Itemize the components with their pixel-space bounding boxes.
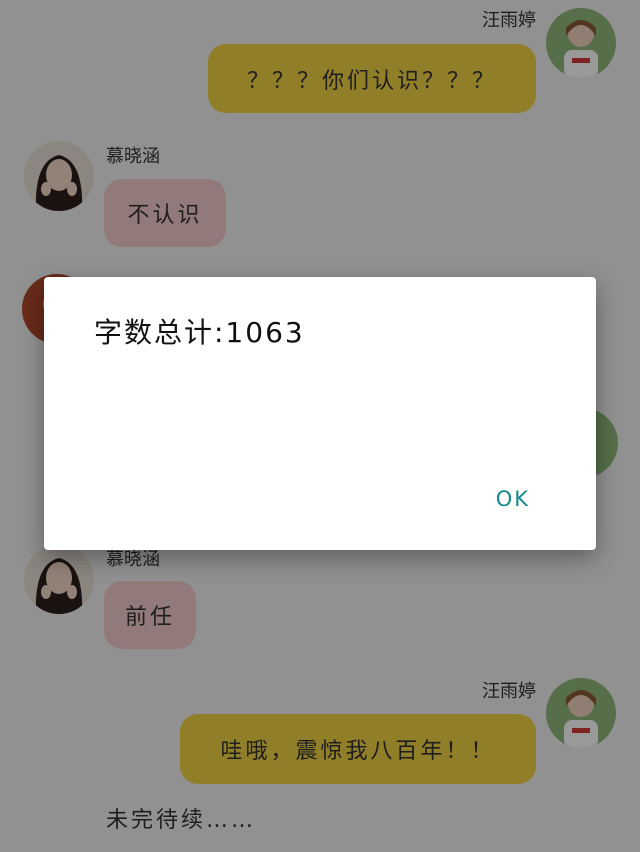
word-count-dialog: 字数总计:1063 OK bbox=[44, 277, 596, 550]
ok-button[interactable]: OK bbox=[490, 483, 536, 515]
dialog-message: 字数总计:1063 bbox=[94, 316, 305, 349]
